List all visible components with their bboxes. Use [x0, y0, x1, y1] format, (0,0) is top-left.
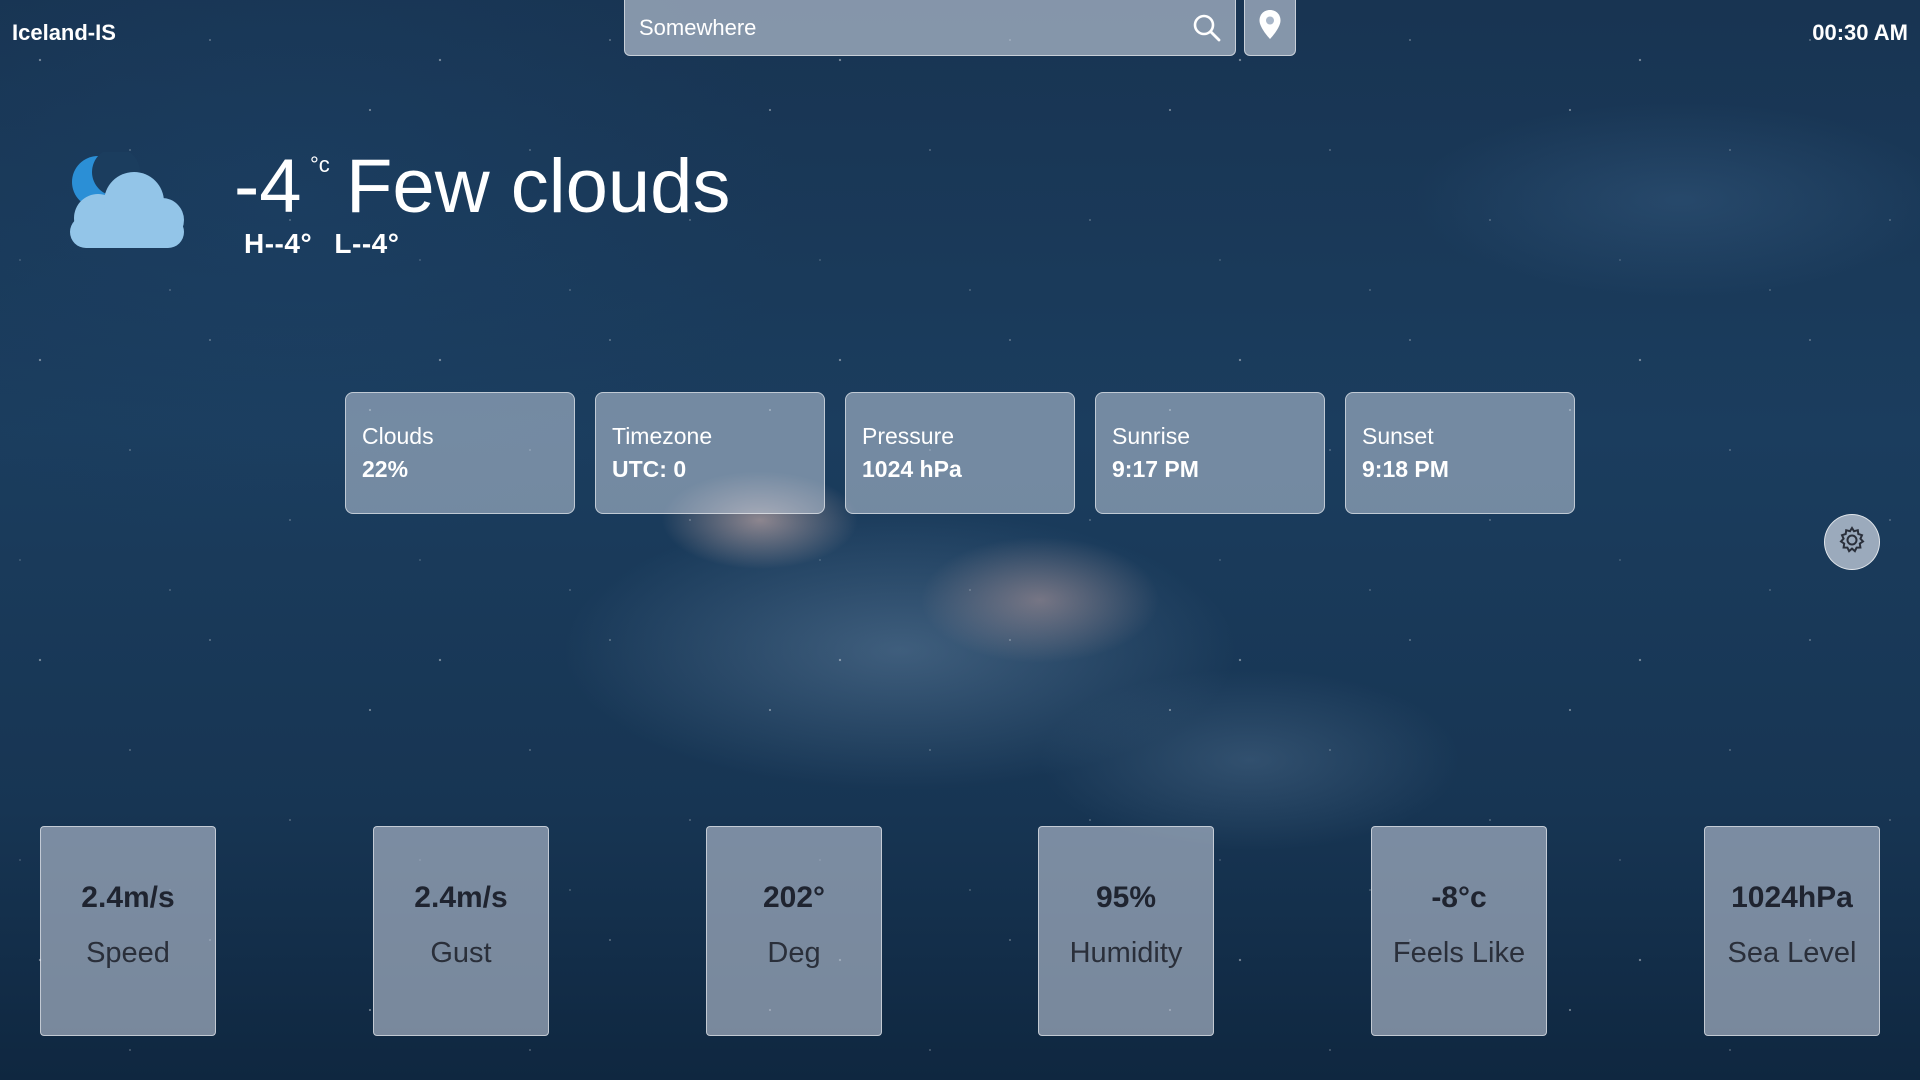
info-card-label: Sunrise — [1112, 423, 1190, 449]
stat-card-gust: 2.4m/s Gust — [373, 826, 549, 1036]
current-temperature: -4 — [234, 144, 302, 229]
info-card-label: Sunset — [1362, 423, 1434, 449]
stat-label: Feels Like — [1392, 937, 1526, 969]
map-pin-icon — [1258, 9, 1282, 46]
stat-value: 202° — [762, 881, 826, 914]
stat-label: Sea Level — [1727, 937, 1857, 969]
info-card-timezone: Timezone UTC: 0 — [595, 392, 825, 514]
settings-button[interactable] — [1824, 514, 1880, 570]
low-temperature: L--4° — [334, 228, 400, 259]
moon-cloud-icon — [62, 148, 192, 252]
stat-value: 2.4m/s — [414, 881, 508, 914]
stat-card-deg: 202° Deg — [706, 826, 882, 1036]
search-input[interactable] — [639, 6, 1169, 50]
search-bar — [624, 0, 1236, 56]
high-low: H--4° L--4° — [244, 228, 399, 260]
info-card-value: UTC: 0 — [612, 456, 687, 482]
stat-value: 95% — [1095, 881, 1157, 914]
location-label: Iceland-IS — [12, 20, 116, 45]
current-location-button[interactable] — [1244, 0, 1296, 56]
info-card-value: 9:17 PM — [1112, 456, 1199, 482]
info-card-sunset: Sunset 9:18 PM — [1345, 392, 1575, 514]
info-card-value: 9:18 PM — [1362, 456, 1449, 482]
current-time: 00:30 AM — [1812, 20, 1908, 45]
info-card-clouds: Clouds 22% — [345, 392, 575, 514]
stat-label: Speed — [86, 937, 170, 969]
stat-card-feels-like: -8°c Feels Like — [1371, 826, 1547, 1036]
search-icon[interactable] — [1191, 12, 1223, 44]
temperature-unit: °c — [310, 152, 330, 177]
high-temperature: H--4° — [244, 228, 313, 259]
stat-card-sea-level: 1024hPa Sea Level — [1704, 826, 1880, 1036]
info-card-label: Clouds — [362, 423, 434, 449]
info-card-value: 1024 hPa — [862, 456, 962, 482]
weather-condition: Few clouds — [346, 144, 731, 229]
info-card-value: 22% — [362, 456, 409, 482]
stat-label: Humidity — [1069, 937, 1183, 969]
stat-label: Gust — [430, 937, 492, 969]
info-card-sunrise: Sunrise 9:17 PM — [1095, 392, 1325, 514]
info-card-label: Pressure — [862, 423, 955, 449]
gear-icon — [1837, 525, 1867, 560]
stat-value: -8°c — [1431, 881, 1487, 914]
info-card-label: Timezone — [612, 423, 713, 449]
stat-card-speed: 2.4m/s Speed — [40, 826, 216, 1036]
stat-label: Deg — [767, 937, 821, 969]
stat-card-humidity: 95% Humidity — [1038, 826, 1214, 1036]
stat-value: 2.4m/s — [81, 881, 175, 914]
info-card-pressure: Pressure 1024 hPa — [845, 392, 1075, 514]
stat-value: 1024hPa — [1731, 881, 1853, 914]
